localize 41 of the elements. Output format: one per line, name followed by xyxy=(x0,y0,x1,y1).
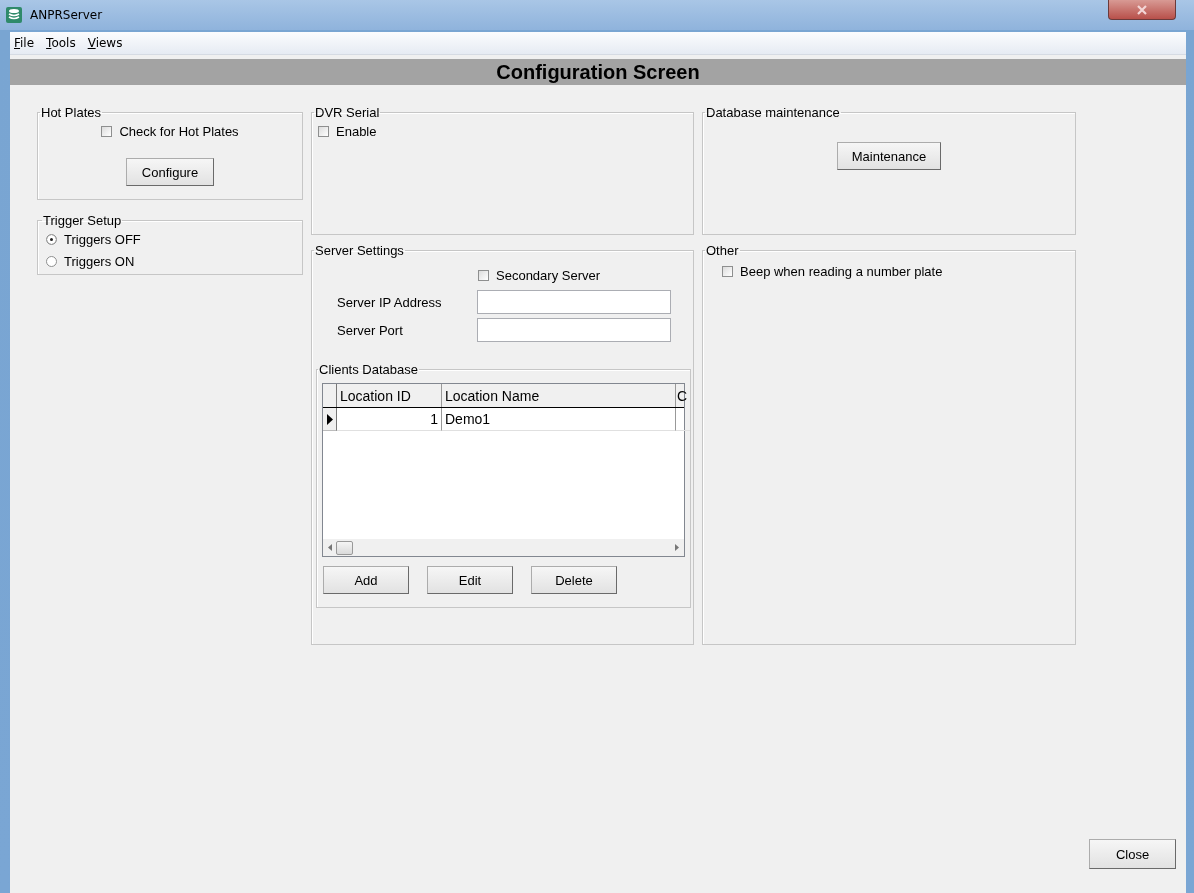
field-label: Server IP Address xyxy=(336,294,443,310)
screen-title: Configuration Screen xyxy=(496,60,700,84)
column-header[interactable]: C xyxy=(676,384,690,407)
field-label: Server Port xyxy=(336,322,404,338)
table-action-button[interactable]: Add xyxy=(323,566,409,594)
menu-item[interactable]: File xyxy=(14,36,35,50)
menu-item[interactable]: Views xyxy=(87,36,123,50)
group-title: Server Settings xyxy=(314,243,405,258)
close-button[interactable]: Close xyxy=(1089,839,1176,869)
scrollbar-thumb[interactable] xyxy=(336,540,353,555)
configure-button[interactable]: Configure xyxy=(126,158,214,186)
radio-option[interactable]: Triggers ON xyxy=(46,250,296,272)
column-header[interactable]: Location ID xyxy=(337,384,442,407)
table-cell: 1 xyxy=(337,408,442,431)
table-cell: Demo1 xyxy=(442,408,676,431)
group-title: Hot Plates xyxy=(40,105,102,120)
checkbox[interactable]: Enable xyxy=(318,120,687,142)
checkbox[interactable]: Check for Hot Plates xyxy=(44,120,296,142)
scroll-left-icon xyxy=(328,544,332,551)
group-title: Other xyxy=(705,243,740,258)
horizontal-scrollbar[interactable] xyxy=(323,539,684,556)
checkbox[interactable]: Secondary Server xyxy=(478,264,687,286)
group-title: Trigger Setup xyxy=(42,213,123,228)
input-field[interactable] xyxy=(477,318,671,342)
table-action-button[interactable]: Edit xyxy=(427,566,513,594)
group-title: Clients Database xyxy=(318,362,419,377)
column-header[interactable]: Location Name xyxy=(442,384,676,407)
radio-option[interactable]: Triggers OFF xyxy=(46,228,296,250)
menu-item[interactable]: Tools xyxy=(46,36,76,50)
maintenance-button[interactable]: Maintenance xyxy=(837,142,941,170)
table-action-button[interactable]: Delete xyxy=(531,566,617,594)
checkbox[interactable]: Beep when reading a number plate xyxy=(722,260,1069,282)
scroll-right-icon xyxy=(675,544,679,551)
database-icon xyxy=(6,7,22,23)
row-header[interactable] xyxy=(323,408,337,431)
window-title: ANPRServer xyxy=(30,8,103,22)
group-title: DVR Serial xyxy=(314,105,381,120)
group-title: Database maintenance xyxy=(705,105,841,120)
close-icon xyxy=(1136,4,1148,15)
close-window-button[interactable] xyxy=(1108,0,1176,20)
input-field[interactable] xyxy=(477,290,671,314)
